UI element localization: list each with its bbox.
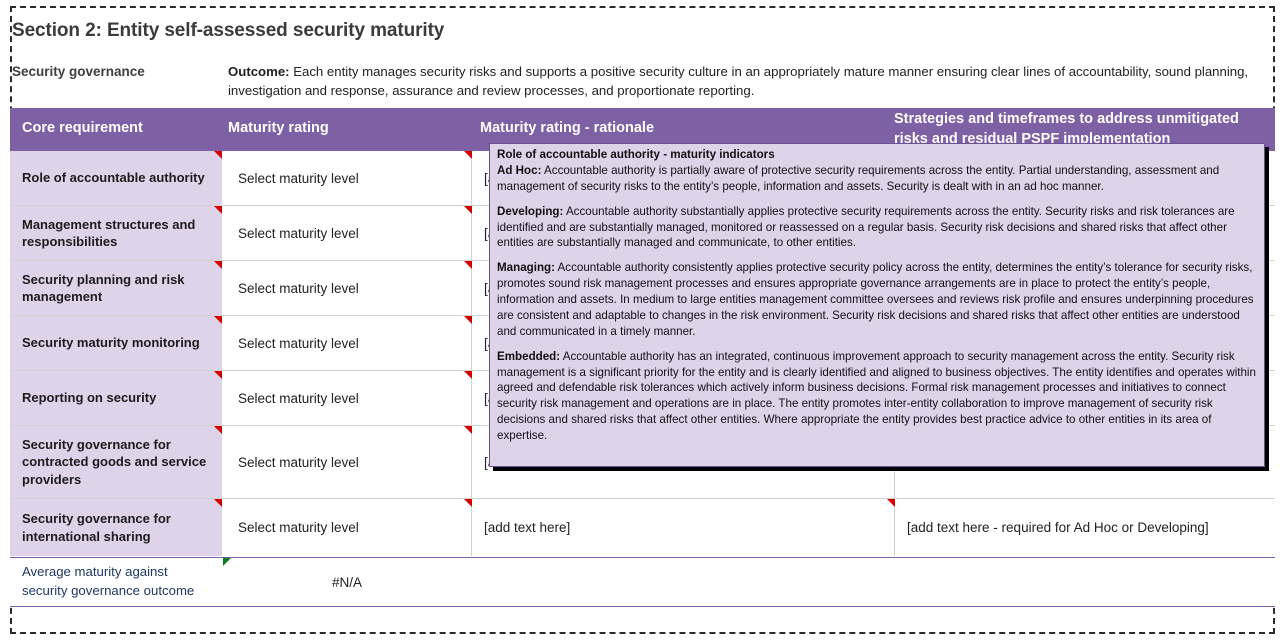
cell-core-requirement: Reporting on security — [10, 371, 222, 425]
worksheet-canvas: Section 2: Entity self-assessed security… — [0, 0, 1283, 641]
comment-level-text: Accountable authority has an integrated,… — [497, 349, 1256, 442]
comment-level-name: Ad Hoc: — [497, 163, 542, 177]
cell-rationale-input[interactable]: [add text here] — [472, 499, 895, 556]
outcome-prefix: Outcome: — [228, 64, 290, 79]
cell-core-requirement: Security maturity monitoring — [10, 316, 222, 370]
outcome-body: Each entity manages security risks and s… — [228, 64, 1249, 99]
comment-level-text: Accountable authority consistently appli… — [497, 261, 1254, 338]
cell-core-requirement: Role of accountable authority — [10, 151, 222, 205]
comment-level-text: Accountable authority is partially aware… — [497, 163, 1220, 193]
column-header-maturity-rating: Maturity rating — [228, 120, 329, 136]
comment-level-adhoc: Ad Hoc: Accountable authority is partial… — [497, 163, 1258, 195]
comment-level-name: Developing: — [497, 204, 564, 218]
average-maturity-value: #N/A — [331, 574, 362, 590]
table-row: Security governance for international sh… — [10, 499, 1275, 556]
cell-core-requirement: Security governance for contracted goods… — [10, 426, 222, 498]
cell-core-requirement: Management structures and responsibiliti… — [10, 206, 222, 260]
outcome-category-label: Security governance — [12, 64, 145, 79]
comment-level-name: Managing: — [497, 261, 555, 275]
cell-maturity-rating-select[interactable]: Select maturity level — [222, 316, 472, 370]
comment-level-name: Embedded: — [497, 349, 561, 363]
comment-popup-title: Role of accountable authority - maturity… — [497, 148, 775, 161]
cell-maturity-rating-select[interactable]: Select maturity level — [222, 261, 472, 315]
comment-level-managing: Managing: Accountable authority consiste… — [497, 260, 1258, 339]
outcome-description: Outcome: Each entity manages security ri… — [228, 62, 1268, 100]
cell-comment-popup: Role of accountable authority - maturity… — [489, 143, 1265, 467]
comment-level-embedded: Embedded: Accountable authority has an i… — [497, 349, 1258, 444]
cell-maturity-rating-select[interactable]: Select maturity level — [222, 426, 472, 498]
cell-core-requirement: Security governance for international sh… — [10, 499, 222, 556]
formula-marker-icon — [223, 558, 231, 566]
cell-maturity-rating-select[interactable]: Select maturity level — [222, 206, 472, 260]
comment-level-developing: Developing: Accountable authority substa… — [497, 204, 1258, 252]
cell-maturity-rating-select[interactable]: Select maturity level — [222, 499, 472, 556]
column-header-core-requirement: Core requirement — [22, 120, 143, 136]
column-header-maturity-rationale: Maturity rating - rationale — [480, 120, 655, 136]
average-maturity-row: Average maturity against security govern… — [10, 557, 1275, 607]
cell-strategies-input[interactable]: [add text here - required for Ad Hoc or … — [895, 499, 1275, 556]
cell-core-requirement: Security planning and risk management — [10, 261, 222, 315]
comment-level-text: Accountable authority substantially appl… — [497, 204, 1235, 250]
average-maturity-label: Average maturity against security govern… — [22, 564, 195, 598]
cell-maturity-rating-select[interactable]: Select maturity level — [222, 371, 472, 425]
cell-maturity-rating-select[interactable]: Select maturity level — [222, 151, 472, 205]
page-title: Section 2: Entity self-assessed security… — [12, 20, 445, 41]
